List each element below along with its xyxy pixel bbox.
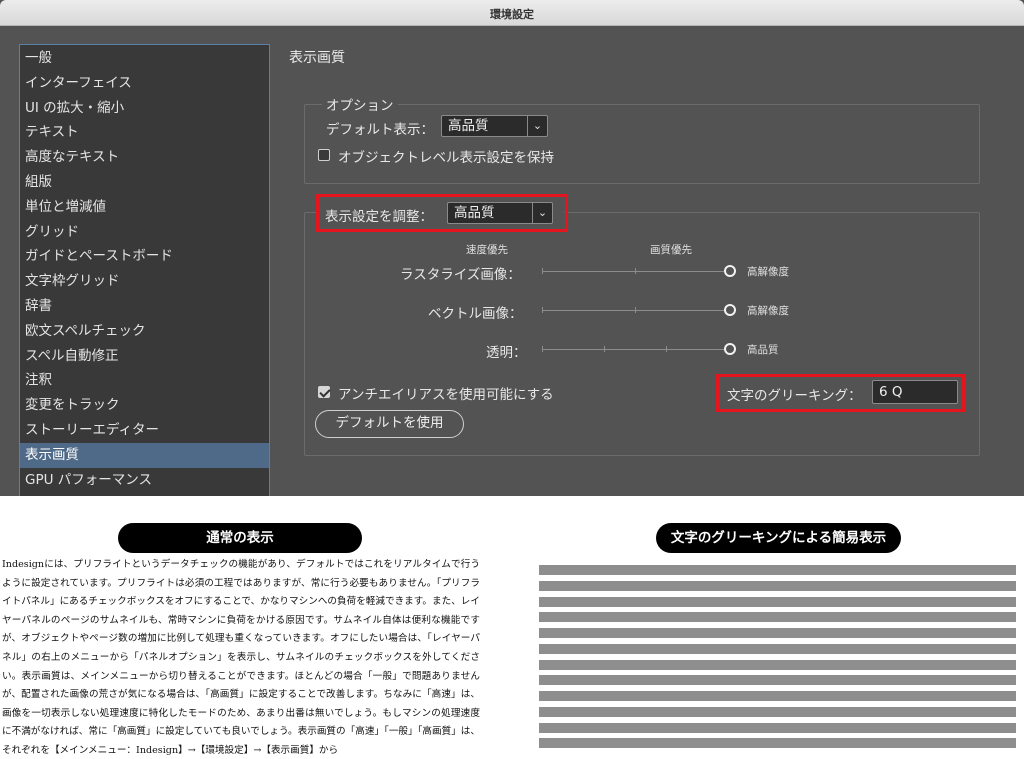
options-legend: オプション	[322, 94, 398, 114]
greek-highlight-box	[716, 374, 965, 412]
sidebar-item[interactable]: 一般	[20, 46, 269, 71]
raster-value-label: 高解像度	[747, 266, 789, 278]
transparency-slider-handle[interactable]	[724, 343, 736, 355]
preferences-sidebar: 一般 インターフェイス UI の拡大・縮小 テキスト 高度なテキスト 組版 単位と増減値 グリ…	[19, 44, 270, 496]
greeked-line-bar	[539, 643, 1016, 654]
raster-images-label: ラスタライズ画像：	[400, 267, 521, 283]
body-paragraph: Indesignには、プリフライトというデータチェックの機能があり、デフォルトで…	[2, 559, 480, 756]
greeking-view-header: 文字のグリーキングによる簡易表示	[656, 523, 901, 553]
antialias-label: アンチエイリアスを使用可能にする	[338, 387, 554, 403]
greeked-line-bar	[539, 738, 1016, 749]
sidebar-item[interactable]: 注釈	[20, 368, 269, 393]
panel-title: 表示画質	[289, 50, 345, 66]
vector-tick	[542, 307, 543, 313]
vector-slider-handle[interactable]	[724, 304, 736, 316]
normal-view-header: 通常の表示	[118, 523, 362, 553]
sidebar-item[interactable]: GPU パフォーマンス	[20, 468, 269, 493]
transparency-tick	[666, 346, 667, 352]
vector-slider-track[interactable]	[542, 310, 726, 311]
transparency-tick	[542, 346, 543, 352]
raster-tick	[542, 268, 543, 274]
preferences-window: 環境設定 一般 インターフェイス UI の拡大・縮小 テキスト 高度なテキスト 組版 単位と…	[0, 0, 1024, 496]
sidebar-item[interactable]: インターフェイス	[20, 71, 269, 96]
object-level-checkbox[interactable]	[318, 149, 330, 161]
speed-priority-label: 速度優先	[466, 244, 508, 256]
greeked-line-bar	[539, 580, 1016, 591]
adjust-highlight-box	[316, 194, 568, 232]
greeked-line-bar	[539, 565, 1016, 575]
vector-tick	[635, 307, 636, 313]
sidebar-item[interactable]: スペル自動修正	[20, 344, 269, 369]
greeked-line-bar	[539, 628, 1016, 638]
sidebar-item[interactable]: 辞書	[20, 294, 269, 319]
default-view-value: 高品質	[448, 118, 489, 134]
page-root: 環境設定 一般 インターフェイス UI の拡大・縮小 テキスト 高度なテキスト 組版 単位と…	[0, 0, 1024, 759]
default-view-select[interactable]: 高品質 ⌄	[441, 115, 548, 137]
sidebar-item[interactable]: 高度なテキスト	[20, 145, 269, 170]
transparency-slider-track[interactable]	[542, 349, 726, 350]
transparency-tick	[604, 346, 605, 352]
sidebar-item[interactable]: グリッド	[20, 220, 269, 245]
greeked-line-bar	[539, 675, 1016, 686]
greeked-line-bar	[539, 596, 1016, 607]
options-group	[304, 104, 980, 184]
chevron-down-icon: ⌄	[527, 116, 547, 136]
use-defaults-button[interactable]: デフォルトを使用	[315, 410, 464, 438]
sidebar-item[interactable]: テキスト	[20, 120, 269, 145]
sidebar-item[interactable]: ガイドとペーストボード	[20, 244, 269, 269]
raster-slider-track[interactable]	[542, 271, 726, 272]
sidebar-item[interactable]: UI の拡大・縮小	[20, 96, 269, 121]
window-title: 環境設定	[490, 8, 534, 21]
greeked-line-bar	[539, 691, 1016, 701]
antialias-checkbox[interactable]	[318, 386, 330, 398]
vector-images-label: ベクトル画像：	[428, 306, 523, 322]
object-level-label: オブジェクトレベル表示設定を保持	[338, 150, 554, 166]
sidebar-item[interactable]: 単位と増減値	[20, 195, 269, 220]
transparency-value-label: 高品質	[747, 344, 779, 356]
sidebar-item[interactable]: ストーリーエディター	[20, 418, 269, 443]
vector-value-label: 高解像度	[747, 305, 789, 317]
greeked-line-bar	[539, 722, 1016, 733]
transparency-label: 透明：	[486, 345, 527, 361]
sidebar-item[interactable]: 表示画質	[20, 442, 269, 468]
default-view-label: デフォルト表示：	[326, 122, 434, 138]
sidebar-item[interactable]: 欧文スペルチェック	[20, 319, 269, 344]
title-bar[interactable]: 環境設定	[0, 0, 1024, 26]
raster-slider-handle[interactable]	[724, 265, 736, 277]
sidebar-item[interactable]: 文字枠グリッド	[20, 269, 269, 294]
raster-tick	[635, 268, 636, 274]
sidebar-item[interactable]: 変更をトラック	[20, 393, 269, 418]
quality-priority-label: 画質優先	[650, 244, 692, 256]
greeked-line-bar	[539, 612, 1016, 623]
greeked-line-bar	[539, 706, 1016, 717]
greeked-line-bar	[539, 659, 1016, 670]
sidebar-item[interactable]: 組版	[20, 170, 269, 195]
